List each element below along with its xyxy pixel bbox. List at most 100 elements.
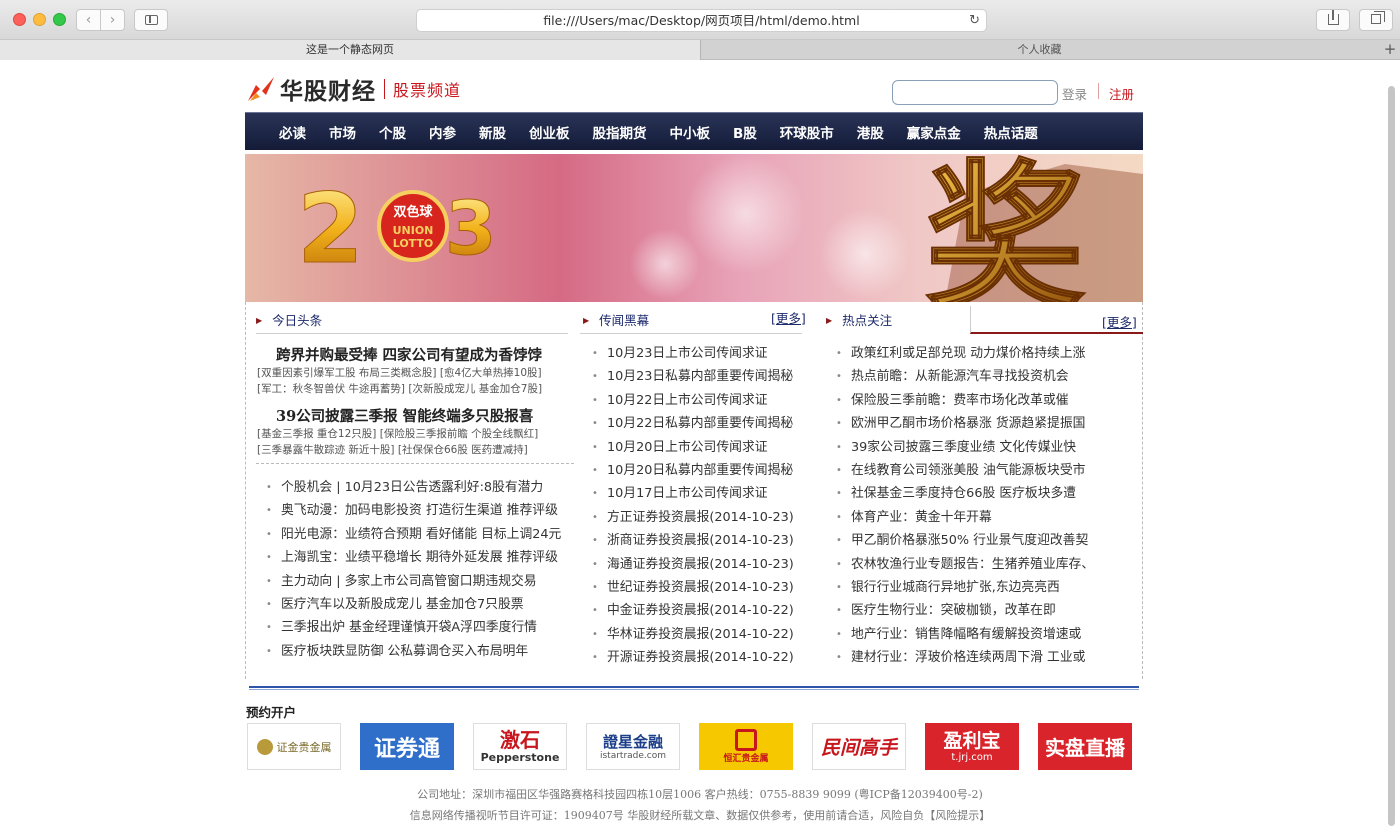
list-item[interactable]: 上海凯宝：业绩平稳增长 期待外延发展 推荐评级 <box>266 546 571 569</box>
list-item[interactable]: 10月20日上市公司传闻求证 <box>592 436 814 459</box>
blue-divider <box>249 686 1139 690</box>
list-item[interactable]: 开源证券投资晨报(2014-10-22) <box>592 646 814 669</box>
list-item[interactable]: 热点前瞻：从新能源汽车寻找投资机会 <box>836 365 1141 388</box>
list-item[interactable]: 海通证券投资晨报(2014-10-23) <box>592 553 814 576</box>
list-item[interactable]: 地产行业：销售降幅略有缓解投资增速或 <box>836 623 1141 646</box>
list-item[interactable]: 华林证券投资晨报(2014-10-22) <box>592 623 814 646</box>
address-bar[interactable]: file:///Users/mac/Desktop/网页项目/html/demo… <box>416 9 987 32</box>
page-scrollbar[interactable] <box>1388 86 1395 826</box>
logo-mark-icon <box>246 75 276 103</box>
banner-digit-2: 2 <box>297 173 364 285</box>
nav-item[interactable]: 个股 <box>379 122 406 142</box>
section-divider <box>580 333 802 334</box>
list-item[interactable]: 10月22日私募内部重要传闻揭秘 <box>592 412 814 435</box>
chevron-right-icon: › <box>109 12 116 28</box>
list-item[interactable]: 保险股三季前瞻：费率市场化改革或催 <box>836 389 1141 412</box>
partner-logo[interactable]: 激石 Pepperstone <box>473 723 567 770</box>
register-link[interactable]: 注册 <box>1109 84 1134 103</box>
partner-logo[interactable]: 证金贵金属 <box>247 723 341 770</box>
search-input[interactable] <box>892 80 1058 105</box>
nav-item[interactable]: 热点话题 <box>984 122 1038 142</box>
footer-license: 信息网络传播视听节目许可证：1909407号 华股财经所载文章、数据仅供参考，使… <box>409 809 991 822</box>
list-item[interactable]: 社保基金三季度持仓66股 医疗板块多遭 <box>836 482 1141 505</box>
bank-logo-icon <box>735 729 757 751</box>
partner-logo[interactable]: 实盘直播 <box>1038 723 1132 770</box>
list-item[interactable]: 浙商证券投资晨报(2014-10-23) <box>592 529 814 552</box>
share-button[interactable] <box>1316 9 1350 31</box>
hot-topics-column: ▶ 热点关注 [更多] 政策红利或足部兑现 动力煤价格持续上涨 热点前瞻：从新能源… <box>816 302 1144 679</box>
list-item[interactable]: 10月22日上市公司传闻求证 <box>592 389 814 412</box>
list-item[interactable]: 10月23日私募内部重要传闻揭秘 <box>592 365 814 388</box>
list-item[interactable]: 医疗板块跌显防御 公私募调仓买入布局明年 <box>266 640 571 663</box>
nav-item[interactable]: 中小板 <box>670 122 711 142</box>
list-item[interactable]: 奥飞动漫：加码电影投资 打造衍生渠道 推荐评级 <box>266 499 571 522</box>
headline-1[interactable]: 跨界并购最受捧 四家公司有望成为香饽饽 <box>276 344 542 365</box>
list-item[interactable]: 医疗汽车以及新股成宠儿 基金加仓7只股票 <box>266 593 571 616</box>
section-title[interactable]: 今日头条 <box>272 313 322 328</box>
list-item[interactable]: 10月17日上市公司传闻求证 <box>592 482 814 505</box>
list-item[interactable]: 农林牧渔行业专题报告：生猪养殖业库存、 <box>836 553 1141 576</box>
partner-logo[interactable]: 民间高手 <box>812 723 906 770</box>
headline-2[interactable]: 39公司披露三季报 智能终端多只股报喜 <box>276 405 533 426</box>
list-item[interactable]: 甲乙酮价格暴涨50% 行业景气度迎改善契 <box>836 529 1141 552</box>
list-item[interactable]: 体育产业：黄金十年开幕 <box>836 506 1141 529</box>
banner-digit-3: 3 <box>445 186 497 272</box>
list-item[interactable]: 39家公司披露三季度业绩 文化传媒业快 <box>836 436 1141 459</box>
lottery-banner[interactable]: 2 双色球 UNION LOTTO 3 奖 <box>245 154 1143 302</box>
list-item[interactable]: 建材行业：浮玻价格连续两周下滑 工业或 <box>836 646 1141 669</box>
partners-title: 预约开户 <box>246 705 297 720</box>
list-item[interactable]: 中金证券投资晨报(2014-10-22) <box>592 599 814 622</box>
nav-item[interactable]: 内参 <box>429 122 456 142</box>
list-item[interactable]: 在线教育公司领涨美股 油气能源板块受市 <box>836 459 1141 482</box>
nav-item[interactable]: 新股 <box>479 122 506 142</box>
hot-more-link[interactable]: [更多] <box>1102 312 1137 331</box>
partner-name: 恒汇贵金属 <box>723 754 769 764</box>
partner-logo[interactable]: 证券通 <box>360 723 454 770</box>
site-logo[interactable]: 华股财经 股票频道 <box>246 73 461 105</box>
show-tabs-button[interactable] <box>1359 9 1393 31</box>
nav-item[interactable]: 市场 <box>329 122 356 142</box>
list-item[interactable]: 阳光电源：业绩符合预期 看好储能 目标上调24元 <box>266 523 571 546</box>
list-item[interactable]: 三季报出炉 基金经理谨慎开袋A浮四季度行情 <box>266 616 571 639</box>
list-item[interactable]: 10月23日上市公司传闻求证 <box>592 342 814 365</box>
zoom-window-button[interactable] <box>53 13 66 26</box>
partner-logo[interactable]: 盈利宝 t.jrj.com <box>925 723 1019 770</box>
rumor-more-link[interactable]: [更多] <box>771 308 806 327</box>
tab-favorites[interactable]: 个人收藏 <box>701 40 1378 60</box>
nav-item[interactable]: 必读 <box>279 122 306 142</box>
list-item[interactable]: 银行行业城商行异地扩张,东边亮亮西 <box>836 576 1141 599</box>
new-tab-button[interactable]: + <box>1380 40 1400 60</box>
list-item[interactable]: 欧洲甲乙酮市场价格暴涨 货源趋紧提振国 <box>836 412 1141 435</box>
headline-1-links-a[interactable]: [双重因素引爆军工股 布局三类概念股] [愈4亿大单热捧10股] <box>257 365 542 380</box>
headline-2-links-b[interactable]: [三季暴露牛散踪迹 新近十股] [社保保仓66股 医药遭减持] <box>257 442 528 457</box>
list-item[interactable]: 主力动向 | 多家上市公司高管窗口期违规交易 <box>266 570 571 593</box>
section-title[interactable]: 热点关注 <box>842 313 892 328</box>
list-item[interactable]: 医疗生物行业：突破枷锁，改革在即 <box>836 599 1141 622</box>
nav-item[interactable]: 创业板 <box>529 122 570 142</box>
headline-2-links-a[interactable]: [基金三季报 重仓12只股] [保险股三季报前瞻 个股全线飘红] <box>257 426 538 441</box>
list-item[interactable]: 方正证券投资晨报(2014-10-23) <box>592 506 814 529</box>
nav-item[interactable]: 股指期货 <box>593 122 647 142</box>
reload-icon[interactable]: ↻ <box>969 10 980 31</box>
headline-1-links-b[interactable]: [军工：秋冬智兽伏 牛途再蓄势] [次新股成宠儿 基金加仓7股] <box>257 381 542 396</box>
sidebar-toggle-button[interactable] <box>134 9 168 31</box>
nav-item[interactable]: 港股 <box>857 122 884 142</box>
login-link[interactable]: 登录 <box>1062 84 1087 103</box>
minimize-window-button[interactable] <box>33 13 46 26</box>
forward-button[interactable]: › <box>100 9 125 31</box>
nav-item[interactable]: 环球股市 <box>780 122 834 142</box>
list-item[interactable]: 个股机会 | 10月23日公告透露利好:8股有潜力 <box>266 476 571 499</box>
list-item[interactable]: 世纪证券投资晨报(2014-10-23) <box>592 576 814 599</box>
partner-logo[interactable]: 證星金融 istartrade.com <box>586 723 680 770</box>
channel-name: 股票频道 <box>393 81 462 100</box>
nav-item[interactable]: 赢家点金 <box>907 122 961 142</box>
hot-news-list: 政策红利或足部兑现 动力煤价格持续上涨 热点前瞻：从新能源汽车寻找投资机会 保险… <box>836 342 1141 669</box>
partner-logo[interactable]: 恒汇贵金属 <box>699 723 793 770</box>
close-window-button[interactable] <box>13 13 26 26</box>
list-item[interactable]: 政策红利或足部兑现 动力煤价格持续上涨 <box>836 342 1141 365</box>
nav-item[interactable]: B股 <box>733 122 757 142</box>
back-button[interactable]: ‹ <box>76 9 101 31</box>
list-item[interactable]: 10月20日私募内部重要传闻揭秘 <box>592 459 814 482</box>
tab-static-page[interactable]: 这是一个静态网页 <box>0 40 701 60</box>
section-title[interactable]: 传闻黑幕 <box>599 313 649 328</box>
